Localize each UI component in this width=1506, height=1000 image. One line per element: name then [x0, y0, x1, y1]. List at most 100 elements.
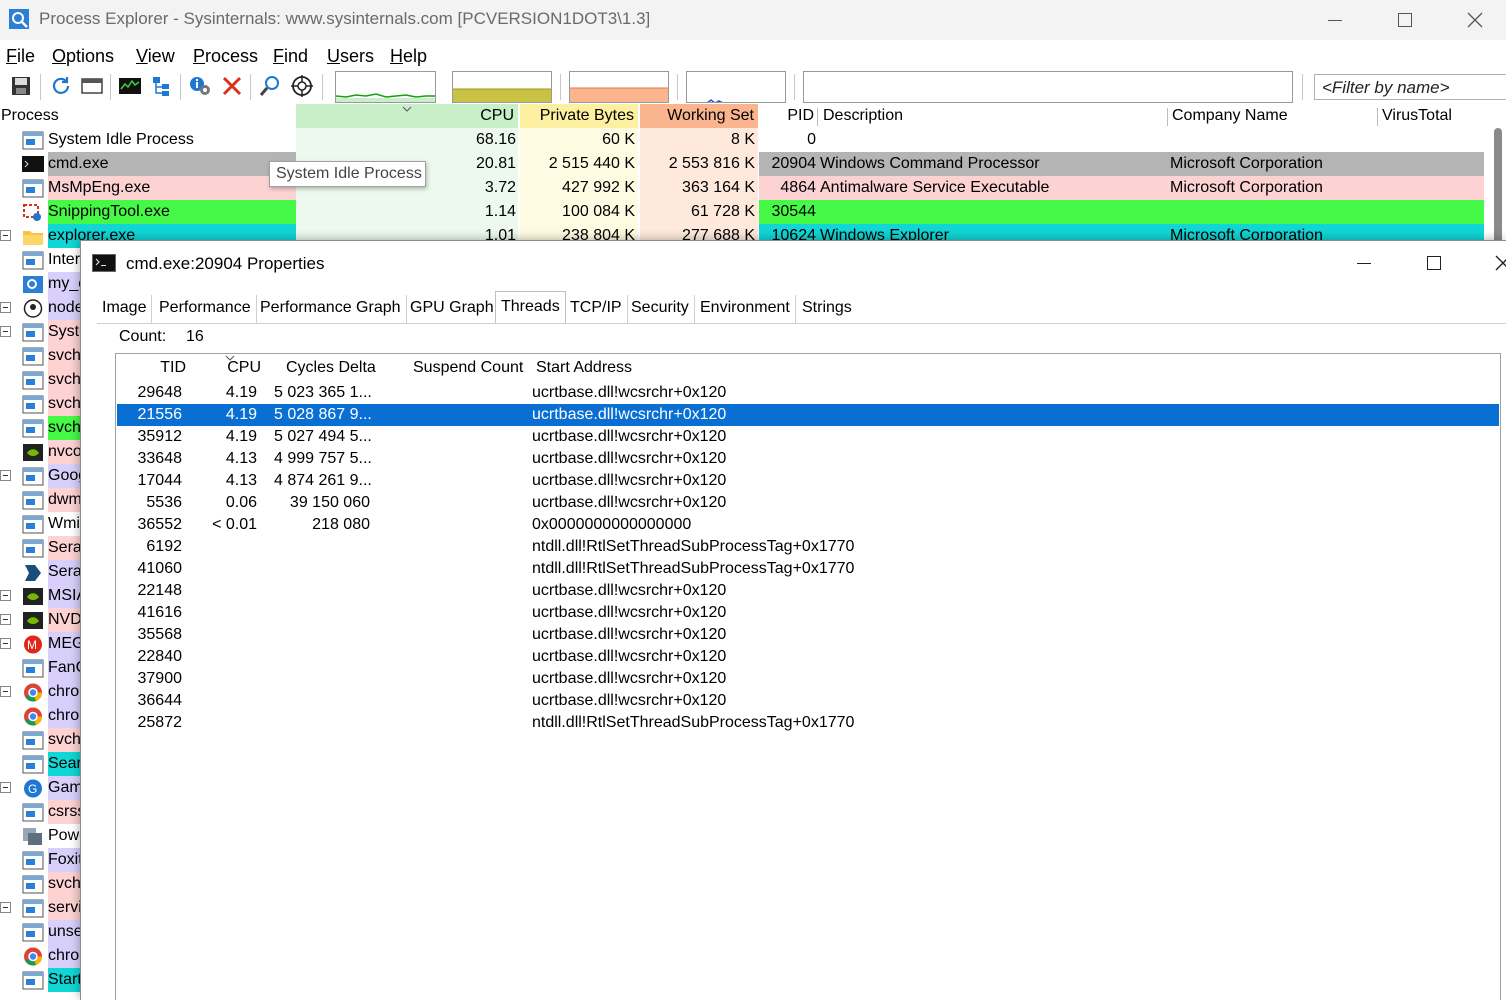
tab-gpu-graph[interactable]: GPU Graph	[405, 295, 500, 323]
cpu-usage-mini-graph[interactable]	[335, 71, 436, 103]
thread-row[interactable]: 6192 ntdll.dll!RtlSetThreadSubProcessTag…	[117, 536, 1499, 558]
system-info-window-button[interactable]	[79, 73, 105, 99]
close-button[interactable]	[1440, 0, 1506, 40]
process-row[interactable]: svch	[0, 416, 80, 440]
tree-collapse-icon[interactable]	[0, 470, 11, 481]
find-window-crosshair-button[interactable]	[289, 73, 315, 99]
dialog-maximize-button[interactable]	[1399, 241, 1469, 285]
process-row[interactable]: MsMpEng.exe 3.72 427 992 K 363 164 K 486…	[0, 176, 1506, 200]
menu-users[interactable]: Users	[327, 46, 374, 67]
tree-collapse-icon[interactable]	[0, 614, 11, 625]
process-row[interactable]: csrss	[0, 800, 80, 824]
thread-row[interactable]: 33648 4.13 4 999 757 5... ucrtbase.dll!w…	[117, 448, 1499, 470]
process-row[interactable]: FanC	[0, 656, 80, 680]
thread-row[interactable]: 21556 4.19 5 028 867 9... ucrtbase.dll!w…	[117, 404, 1499, 426]
process-row[interactable]: Sera	[0, 536, 80, 560]
thread-row[interactable]: 36644 ucrtbase.dll!wcsrchr+0x120	[117, 690, 1499, 712]
process-row[interactable]: NVD	[0, 608, 80, 632]
filter-by-name-input[interactable]: <Filter by name>	[1314, 74, 1506, 100]
io-mini-graph[interactable]	[686, 71, 786, 103]
tab-performance[interactable]: Performance	[154, 295, 257, 323]
kill-process-button[interactable]	[219, 73, 245, 99]
thread-row[interactable]: 17044 4.13 4 874 261 9... ucrtbase.dll!w…	[117, 470, 1499, 492]
refresh-button[interactable]	[48, 73, 74, 99]
thread-row[interactable]: 37900 ucrtbase.dll!wcsrchr+0x120	[117, 668, 1499, 690]
process-row[interactable]: Inter	[0, 248, 80, 272]
process-row[interactable]: svch	[0, 344, 80, 368]
tab-tcpip[interactable]: TCP/IP	[565, 295, 628, 323]
menu-file[interactable]: File	[6, 46, 35, 67]
tab-threads[interactable]: Threads	[495, 291, 566, 323]
process-row[interactable]: Syste	[0, 320, 80, 344]
thread-row[interactable]: 25872 ntdll.dll!RtlSetThreadSubProcessTa…	[117, 712, 1499, 734]
menu-options[interactable]: Options	[52, 46, 114, 67]
find-button[interactable]	[257, 73, 283, 99]
thread-column-start-address[interactable]: Start Address	[536, 359, 632, 377]
process-row[interactable]: svch	[0, 872, 80, 896]
dialog-minimize-button[interactable]	[1329, 241, 1399, 285]
process-row[interactable]: M MEG	[0, 632, 80, 656]
tree-collapse-icon[interactable]	[0, 638, 11, 649]
process-row[interactable]: svch	[0, 392, 80, 416]
process-row[interactable]: SnippingTool.exe 1.14 100 084 K 61 728 K…	[0, 200, 1506, 224]
menu-help[interactable]: Help	[390, 46, 427, 67]
process-row[interactable]: unse	[0, 920, 80, 944]
thread-column-cpu[interactable]: CPU	[221, 359, 261, 377]
process-row[interactable]: Start	[0, 968, 80, 992]
process-row[interactable]: cmd.exe 20.81 2 515 440 K 2 553 816 K 20…	[0, 152, 1506, 176]
tab-environment[interactable]: Environment	[695, 295, 796, 323]
thread-row[interactable]: 35568 ucrtbase.dll!wcsrchr+0x120	[117, 624, 1499, 646]
column-virustotal[interactable]: VirusTotal	[1382, 104, 1452, 128]
process-row[interactable]: svch	[0, 728, 80, 752]
thread-row[interactable]: 36552 < 0.01 218 080 0x0000000000000000	[117, 514, 1499, 536]
process-row[interactable]: System Idle Process 68.16 60 K 8 K 0	[0, 128, 1506, 152]
process-row[interactable]: chro	[0, 680, 80, 704]
gpu-mini-graph[interactable]	[803, 71, 1293, 103]
process-row[interactable]: MSIA	[0, 584, 80, 608]
tree-view-button[interactable]	[148, 73, 174, 99]
tab-security[interactable]: Security	[626, 295, 695, 323]
save-button[interactable]	[8, 73, 34, 99]
system-information-button[interactable]	[117, 73, 143, 99]
thread-row[interactable]: 41616 ucrtbase.dll!wcsrchr+0x120	[117, 602, 1499, 624]
tab-strings[interactable]: Strings	[797, 295, 857, 323]
tree-collapse-icon[interactable]	[0, 326, 11, 337]
thread-row[interactable]: 29648 4.19 5 023 365 1... ucrtbase.dll!w…	[117, 382, 1499, 404]
column-description[interactable]: Description	[823, 104, 903, 128]
thread-row[interactable]: 5536 0.06 39 150 060 ucrtbase.dll!wcsrch…	[117, 492, 1499, 514]
process-row[interactable]: chro	[0, 704, 80, 728]
menu-view[interactable]: View	[136, 46, 175, 67]
thread-column-tid[interactable]: TID	[146, 359, 186, 377]
process-row[interactable]: Powe	[0, 824, 80, 848]
thread-column-cycles-delta[interactable]: Cycles Delta	[286, 359, 376, 377]
tree-collapse-icon[interactable]	[0, 902, 11, 913]
maximize-button[interactable]	[1370, 0, 1440, 40]
tree-collapse-icon[interactable]	[0, 782, 11, 793]
process-row[interactable]: Sera	[0, 560, 80, 584]
thread-row[interactable]: 35912 4.19 5 027 494 5... ucrtbase.dll!w…	[117, 426, 1499, 448]
thread-row[interactable]: 41060 ntdll.dll!RtlSetThreadSubProcessTa…	[117, 558, 1499, 580]
tab-performance-graph[interactable]: Performance Graph	[255, 295, 407, 323]
tree-collapse-icon[interactable]	[0, 590, 11, 601]
minimize-button[interactable]	[1300, 0, 1370, 40]
tree-collapse-icon[interactable]	[0, 230, 11, 241]
process-row[interactable]: nvco	[0, 440, 80, 464]
process-row[interactable]: Sear	[0, 752, 80, 776]
process-row[interactable]: dwm	[0, 488, 80, 512]
process-row[interactable]: G Gam	[0, 776, 80, 800]
column-pid[interactable]: PID	[760, 104, 815, 128]
process-row[interactable]: svch	[0, 368, 80, 392]
thread-list[interactable]: TID CPU Cycles Delta Suspend Count Start…	[115, 353, 1501, 1000]
tree-collapse-icon[interactable]	[0, 686, 11, 697]
column-process[interactable]: Process	[1, 104, 59, 128]
commit-mini-graph[interactable]	[452, 71, 552, 103]
column-company-name[interactable]: Company Name	[1172, 104, 1288, 128]
thread-column-suspend-count[interactable]: Suspend Count	[413, 359, 523, 377]
process-row[interactable]: chro	[0, 944, 80, 968]
menu-find[interactable]: Find	[273, 46, 308, 67]
tree-collapse-icon[interactable]	[0, 302, 11, 313]
tab-image[interactable]: Image	[97, 295, 153, 323]
column-working-set[interactable]: Working Set	[640, 104, 758, 128]
process-row[interactable]: servi	[0, 896, 80, 920]
process-row[interactable]: node	[0, 296, 80, 320]
